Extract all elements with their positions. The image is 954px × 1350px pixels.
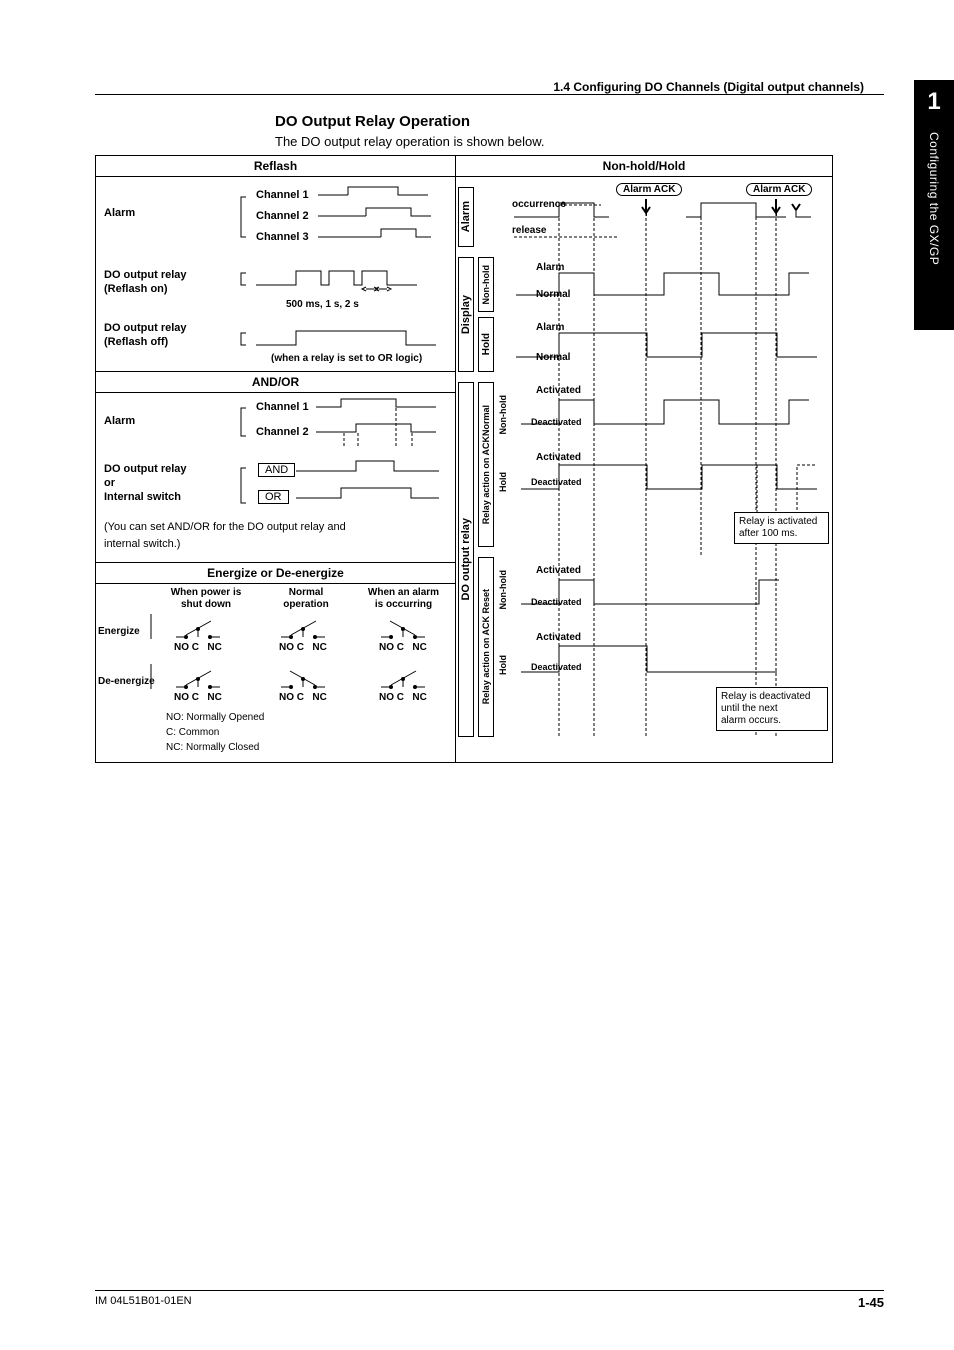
- colb: Normal: [271, 587, 341, 598]
- occurrence: occurrence: [512, 199, 566, 210]
- page-number: 1-45: [858, 1295, 884, 1310]
- note2a: Relay is deactivated: [721, 691, 811, 702]
- note1a: Relay is activated: [739, 516, 817, 527]
- ackn-v: Relay action on ACKNormal: [481, 405, 491, 524]
- note1: Relay is activated after 100 ms.: [734, 512, 829, 544]
- footer: IM 04L51B01-01EN 1-45: [95, 1290, 884, 1310]
- t-no: NO: [174, 642, 189, 653]
- t-c5: C: [297, 692, 304, 703]
- t-nc6: NC: [412, 692, 426, 703]
- t-c2: C: [297, 642, 304, 653]
- t-no3: NO: [379, 642, 394, 653]
- t-no6: NO: [379, 692, 394, 703]
- ackr-v: Relay action on ACK Reset: [481, 589, 491, 704]
- timing-label: 500 ms, 1 s, 2 s: [286, 299, 359, 310]
- andor-note2: internal switch.): [104, 538, 180, 550]
- t-c6: C: [397, 692, 404, 703]
- side-tab: 1 Configuring the GX/GP: [914, 80, 954, 330]
- colc: When an alarm: [356, 587, 451, 598]
- hold-v1: Hold: [481, 333, 492, 355]
- note2c: alarm occurs.: [721, 715, 781, 726]
- alarm-v: Alarm: [460, 201, 472, 232]
- do-v: DO output relay: [460, 518, 472, 601]
- display-v: Display: [460, 295, 472, 334]
- diagram: Reflash Alarm Channel 1 Channel 2 Channe…: [95, 155, 833, 763]
- chapter-number: 1: [914, 80, 954, 128]
- nonhold-header: Non-hold/Hold: [456, 156, 832, 177]
- andor-note1: (You can set AND/OR for the DO output re…: [104, 521, 346, 533]
- t-nc2: NC: [312, 642, 326, 653]
- leg2: C: Common: [166, 727, 219, 738]
- section-title: DO Output Relay Operation: [275, 113, 884, 130]
- nonhold-v1: Non-hold: [481, 265, 491, 305]
- leg3: NC: Normally Closed: [166, 742, 259, 753]
- t-no5: NO: [279, 692, 294, 703]
- note1b: after 100 ms.: [739, 528, 797, 539]
- leg1: NO: Normally Opened: [166, 712, 264, 723]
- doc-id: IM 04L51B01-01EN: [95, 1295, 192, 1310]
- t-c3: C: [397, 642, 404, 653]
- t-c4: C: [192, 692, 199, 703]
- t-no4: NO: [174, 692, 189, 703]
- t-nc3: NC: [412, 642, 426, 653]
- t-nc4: NC: [207, 692, 221, 703]
- or-note: (when a relay is set to OR logic): [271, 353, 422, 364]
- t-no2: NO: [279, 642, 294, 653]
- header-section: 1.4 Configuring DO Channels (Digital out…: [95, 80, 884, 94]
- energize-header: Energize or De-energize: [96, 563, 455, 584]
- t-nc5: NC: [312, 692, 326, 703]
- t-nc: NC: [207, 642, 221, 653]
- chapter-text: Configuring the GX/GP: [927, 128, 941, 265]
- lead-text: The DO output relay operation is shown b…: [275, 134, 884, 149]
- t-c: C: [192, 642, 199, 653]
- reflash-header: Reflash: [96, 156, 455, 177]
- note2: Relay is deactivated until the next alar…: [716, 687, 828, 731]
- cola: When power is: [161, 587, 251, 598]
- release: release: [512, 225, 546, 236]
- note2b: until the next: [721, 703, 778, 714]
- andor-header: AND/OR: [96, 372, 455, 393]
